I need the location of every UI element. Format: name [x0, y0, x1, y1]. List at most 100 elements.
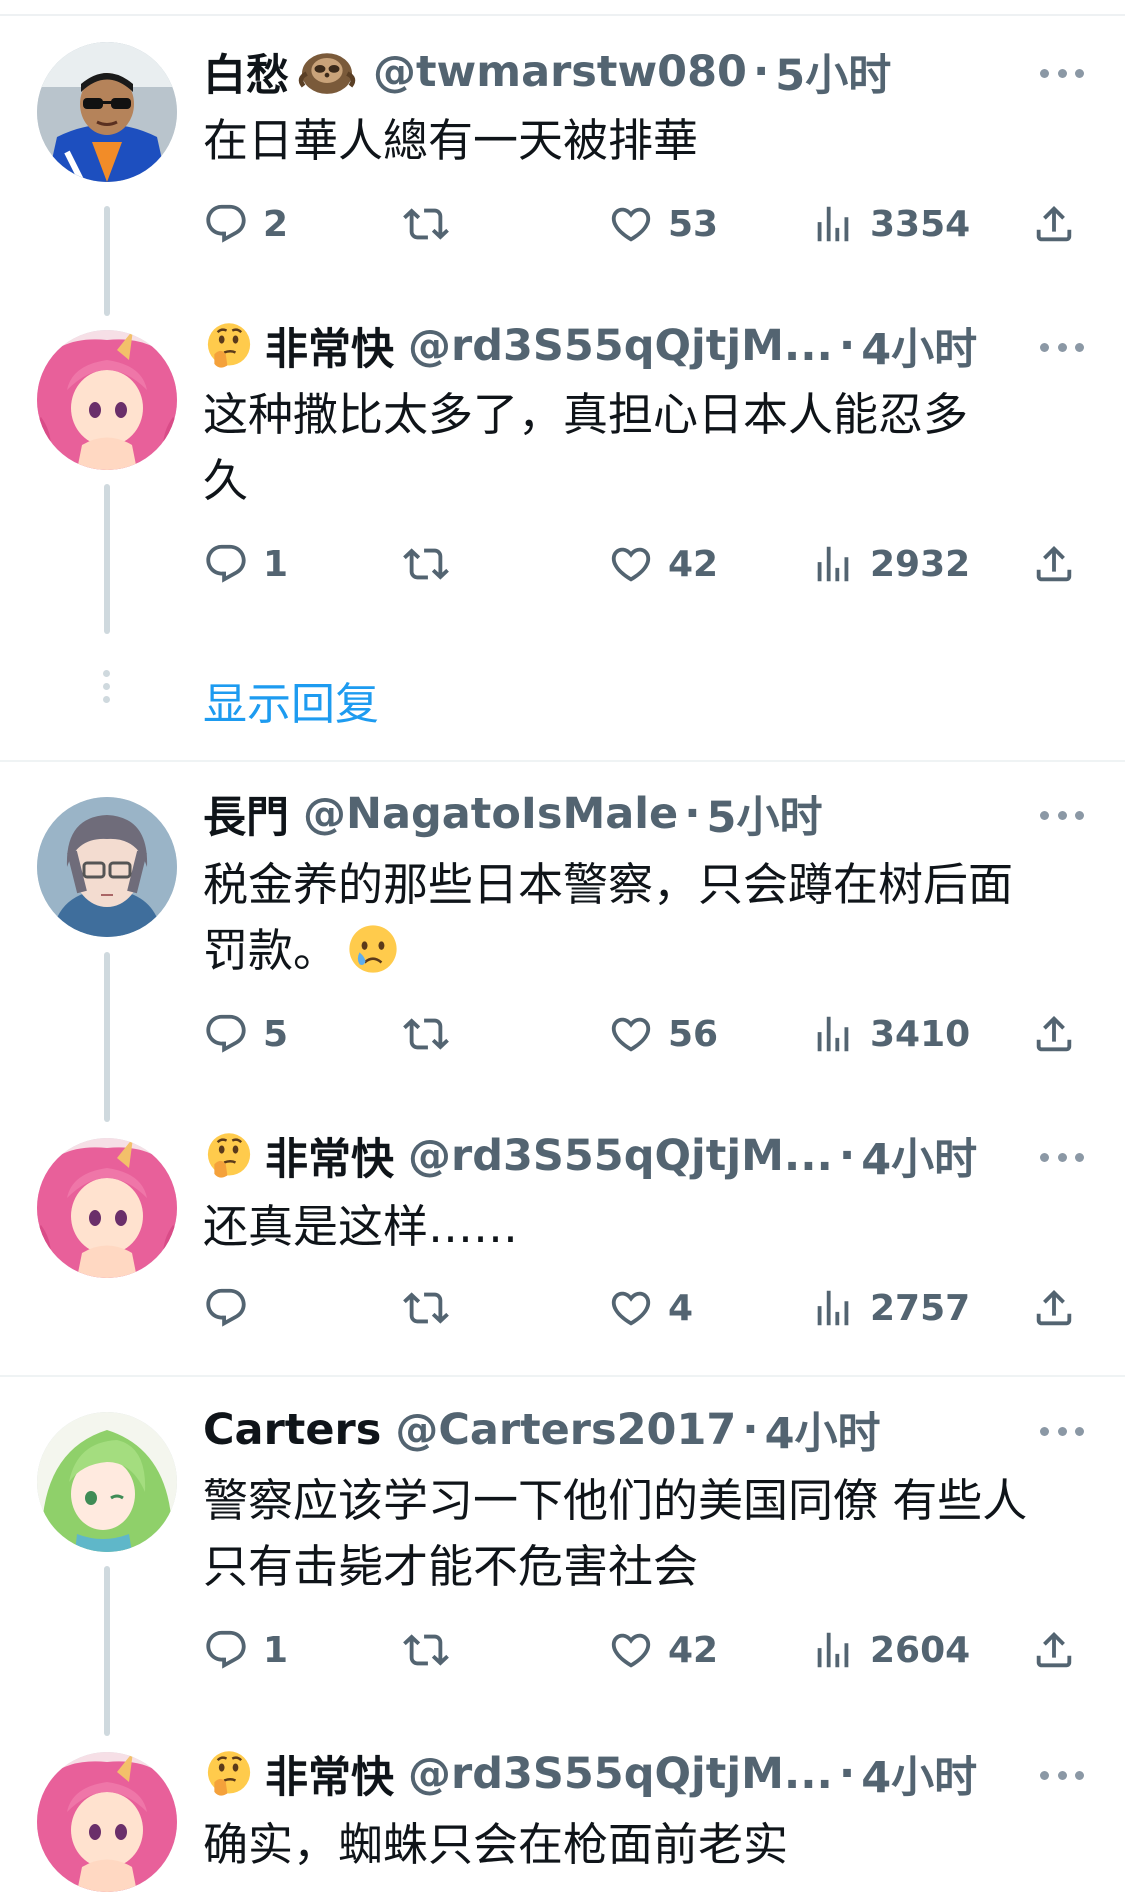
- avatar-pink-hair[interactable]: [37, 1752, 177, 1892]
- retweet-button[interactable]: [403, 536, 463, 592]
- user-handle[interactable]: @twmarstw080: [373, 47, 747, 97]
- tweet-header: 非常快 @rd3S55qQjtjM... · 4小时: [203, 315, 977, 377]
- tweet-text: 还真是这样……: [203, 1194, 1083, 1260]
- tweet-text-line: 警察应该学习一下他们的美国同僚 有些人: [203, 1474, 1028, 1527]
- tweet-text-line: 在日華人總有一天被排華: [203, 114, 699, 167]
- retweet-icon: [403, 201, 449, 247]
- reply-count: 2: [263, 203, 289, 245]
- timestamp[interactable]: 4小时: [861, 1743, 977, 1805]
- views-icon: [810, 201, 856, 247]
- like-button[interactable]: 42: [608, 536, 718, 592]
- tweet-text-line: 只有击毙才能不危害社会: [203, 1540, 699, 1593]
- reply-count: 5: [263, 1013, 289, 1055]
- separator-dot: ·: [838, 321, 856, 371]
- view-count: 2932: [870, 543, 971, 585]
- separator-dot: ·: [838, 1749, 856, 1799]
- like-button[interactable]: 42: [608, 1622, 718, 1678]
- display-name[interactable]: 非常快: [203, 1743, 394, 1805]
- timestamp[interactable]: 4小时: [861, 315, 977, 377]
- more-icon[interactable]: [1040, 809, 1084, 821]
- like-count: 4: [668, 1287, 694, 1329]
- timestamp[interactable]: 4小时: [765, 1399, 881, 1461]
- thread-divider: [0, 760, 1125, 762]
- views-icon: [810, 1011, 856, 1057]
- tweet-header: Carters @Carters2017 · 4小时: [203, 1399, 881, 1461]
- avatar-pink-hair[interactable]: [37, 1138, 177, 1278]
- share-button[interactable]: [1031, 196, 1077, 252]
- reply-icon: [203, 201, 249, 247]
- more-icon[interactable]: [1040, 1151, 1084, 1163]
- like-count: 56: [668, 1013, 719, 1055]
- retweet-button[interactable]: [403, 1280, 463, 1336]
- tweet-text-line: 这种撒比太多了，真担心日本人能忍多: [203, 388, 969, 441]
- share-button[interactable]: [1031, 1006, 1077, 1062]
- tweet-text: 警察应该学习一下他们的美国同僚 有些人 只有击毙才能不危害社会: [203, 1468, 1083, 1600]
- thread-line: [104, 206, 110, 316]
- user-handle[interactable]: @rd3S55qQjtjM...: [408, 1131, 833, 1181]
- like-icon: [608, 1285, 654, 1331]
- avatar-gray-hair-glasses[interactable]: [37, 797, 177, 937]
- tweet-text: 确实，蜘蛛只会在枪面前老实: [203, 1812, 1083, 1878]
- display-name[interactable]: 非常快: [203, 1125, 394, 1187]
- user-handle[interactable]: @NagatoIsMale: [303, 789, 678, 839]
- like-button[interactable]: 53: [608, 196, 718, 252]
- timestamp[interactable]: 5小时: [775, 41, 891, 103]
- share-button[interactable]: [1031, 1280, 1077, 1336]
- tweet-actions: 1 42 2932: [203, 536, 1083, 592]
- avatar-pink-hair[interactable]: [37, 330, 177, 470]
- views-icon: [810, 1285, 856, 1331]
- timestamp[interactable]: 4小时: [861, 1125, 977, 1187]
- retweet-button[interactable]: [403, 1622, 463, 1678]
- views-button[interactable]: 2604: [810, 1622, 970, 1678]
- tweet-text-line: 还真是这样……: [203, 1200, 519, 1253]
- more-icon[interactable]: [1040, 1769, 1084, 1781]
- avatar-man-sunglasses[interactable]: [37, 42, 177, 182]
- separator-dot: ·: [752, 47, 770, 97]
- user-handle[interactable]: @rd3S55qQjtjM...: [408, 321, 833, 371]
- user-handle[interactable]: @rd3S55qQjtjM...: [408, 1749, 833, 1799]
- display-name[interactable]: 非常快: [203, 315, 394, 377]
- display-name[interactable]: Carters: [203, 1405, 381, 1455]
- thinking-face-emoji: [203, 1748, 255, 1800]
- views-button[interactable]: 3410: [810, 1006, 970, 1062]
- views-button[interactable]: 2932: [810, 536, 970, 592]
- views-icon: [810, 541, 856, 587]
- reply-icon: [203, 1285, 249, 1331]
- tweet-header: 白愁 @twmarstw080 · 5小时: [203, 41, 891, 103]
- thread-line: [104, 484, 110, 634]
- reply-button[interactable]: 5: [203, 1006, 288, 1062]
- retweet-button[interactable]: [403, 196, 463, 252]
- more-icon[interactable]: [1040, 67, 1084, 79]
- reply-button[interactable]: [203, 1280, 263, 1336]
- reply-button[interactable]: 1: [203, 536, 288, 592]
- views-button[interactable]: 3354: [810, 196, 970, 252]
- views-button[interactable]: 2757: [810, 1280, 970, 1336]
- more-icon[interactable]: [1040, 1425, 1084, 1437]
- reply-icon: [203, 1627, 249, 1673]
- like-button[interactable]: 56: [608, 1006, 718, 1062]
- show-replies-link[interactable]: 显示回复: [203, 668, 379, 732]
- share-button[interactable]: [1031, 1622, 1077, 1678]
- user-handle[interactable]: @Carters2017: [395, 1405, 736, 1455]
- tweet-text: 在日華人總有一天被排華: [203, 108, 1083, 174]
- share-icon: [1031, 201, 1077, 247]
- tweet-header: 長門 @NagatoIsMale · 5小时: [203, 783, 823, 845]
- reply-icon: [203, 541, 249, 587]
- display-name[interactable]: 白愁: [203, 41, 359, 103]
- view-count: 2604: [870, 1629, 971, 1671]
- reply-button[interactable]: 1: [203, 1622, 288, 1678]
- share-icon: [1031, 1285, 1077, 1331]
- reply-button[interactable]: 2: [203, 196, 288, 252]
- crying-face-emoji: [346, 922, 400, 976]
- tweet-header: 非常快 @rd3S55qQjtjM... · 4小时: [203, 1743, 977, 1805]
- views-icon: [810, 1627, 856, 1673]
- display-name[interactable]: 長門: [203, 783, 289, 845]
- like-icon: [608, 541, 654, 587]
- avatar-green-hair[interactable]: [37, 1412, 177, 1552]
- timestamp[interactable]: 5小时: [707, 783, 823, 845]
- share-button[interactable]: [1031, 536, 1077, 592]
- more-icon[interactable]: [1040, 341, 1084, 353]
- like-button[interactable]: 4: [608, 1280, 693, 1336]
- retweet-button[interactable]: [403, 1006, 463, 1062]
- retweet-icon: [403, 1011, 449, 1057]
